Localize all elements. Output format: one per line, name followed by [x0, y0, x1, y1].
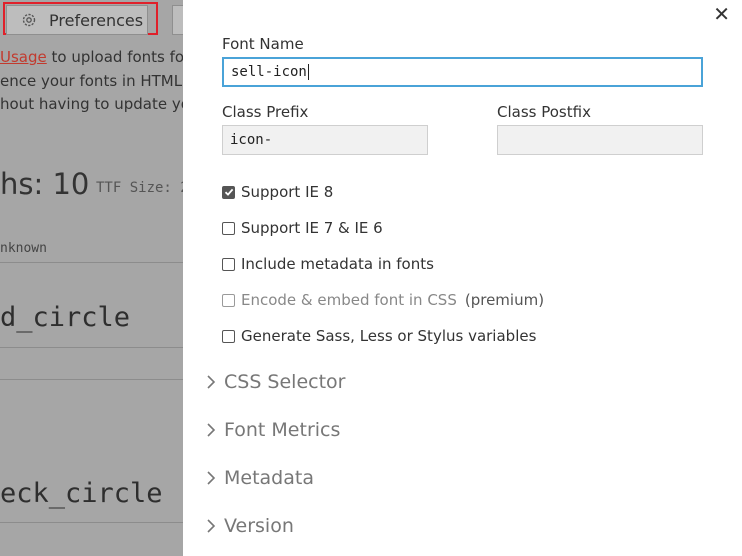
class-postfix-label: Class Postfix: [497, 103, 591, 121]
option-label: Support IE 8: [241, 183, 334, 201]
text-caret: [307, 64, 309, 80]
section-label: CSS Selector: [224, 371, 346, 393]
glyph-name-2: eck_circle: [0, 478, 163, 509]
checkbox-checked-icon[interactable]: [222, 185, 235, 199]
checkbox-icon[interactable]: [222, 257, 235, 271]
chevron-right-icon: [207, 519, 216, 533]
intro-text-line-2: ence your fonts in HTML a: [0, 72, 197, 90]
option-support-ie7-ie6[interactable]: Support IE 7 & IE 6: [222, 219, 383, 237]
intro-text-line-3: hout having to update yo: [0, 95, 190, 113]
option-label: Generate Sass, Less or Stylus variables: [241, 327, 537, 345]
checkbox-disabled-icon: [222, 293, 235, 307]
glyph-name-1: d_circle: [0, 302, 131, 333]
section-metadata[interactable]: Metadata: [206, 467, 314, 489]
option-include-metadata[interactable]: Include metadata in fonts: [222, 255, 434, 273]
column-label: nknown: [0, 241, 47, 256]
divider: [0, 522, 190, 523]
option-label: Include metadata in fonts: [241, 255, 434, 273]
option-generate-variables[interactable]: Generate Sass, Less or Stylus variables: [222, 327, 536, 345]
preferences-button[interactable]: Preferences: [6, 5, 148, 35]
font-name-value: sell-icon: [231, 64, 307, 80]
section-version[interactable]: Version: [206, 515, 294, 537]
class-prefix-value: icon-: [230, 132, 273, 148]
font-name-input[interactable]: sell-icon: [222, 57, 703, 87]
premium-badge: (premium): [464, 291, 545, 309]
intro-text-1: to upload fonts for: [46, 48, 191, 66]
section-css-selector[interactable]: CSS Selector: [206, 371, 345, 393]
glyph-count: hs: 10: [0, 167, 90, 201]
usage-link[interactable]: Usage: [0, 48, 47, 66]
chevron-right-icon: [207, 375, 216, 389]
divider: [0, 379, 190, 380]
section-label: Font Metrics: [224, 419, 341, 441]
class-prefix-input[interactable]: icon-: [222, 125, 428, 155]
divider: [0, 262, 190, 263]
preferences-panel: ✕ Font Name sell-icon Class Prefix icon-…: [183, 0, 742, 556]
checkbox-icon[interactable]: [222, 221, 235, 235]
option-label: Support IE 7 & IE 6: [241, 219, 383, 237]
ttf-size: TTF Size: 2: [96, 180, 189, 196]
chevron-right-icon: [207, 471, 216, 485]
option-label: Encode & embed font in CSS: [241, 291, 457, 309]
divider: [0, 347, 190, 348]
close-icon[interactable]: ✕: [713, 4, 730, 24]
chevron-right-icon: [207, 423, 216, 437]
intro-text-line-1: Usage to upload fonts for: [0, 48, 190, 66]
option-support-ie8[interactable]: Support IE 8: [222, 183, 333, 201]
option-encode-embed: Encode & embed font in CSS (premium): [222, 291, 544, 309]
checkbox-icon[interactable]: [222, 329, 235, 343]
section-label: Version: [224, 515, 294, 537]
class-prefix-label: Class Prefix: [222, 103, 309, 121]
font-name-label: Font Name: [222, 35, 304, 53]
section-font-metrics[interactable]: Font Metrics: [206, 419, 340, 441]
gear-icon: [22, 13, 36, 27]
preferences-button-label: Preferences: [49, 10, 144, 30]
class-postfix-input[interactable]: [497, 125, 703, 155]
section-label: Metadata: [224, 467, 314, 489]
